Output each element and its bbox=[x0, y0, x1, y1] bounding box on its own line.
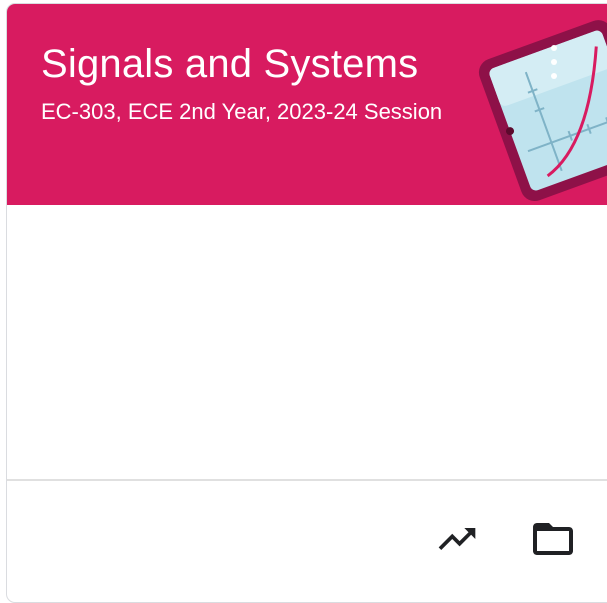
open-grades-button[interactable] bbox=[433, 515, 481, 563]
course-title[interactable]: Signals and Systems bbox=[41, 42, 418, 87]
more-vertical-icon bbox=[551, 45, 557, 51]
card-footer bbox=[7, 481, 607, 602]
folder-icon bbox=[533, 523, 573, 555]
tablet-graph-illustration bbox=[478, 20, 607, 202]
course-subtitle: EC-303, ECE 2nd Year, 2023-24 Session bbox=[41, 99, 443, 124]
course-card[interactable]: Signals and Systems EC-303, ECE 2nd Year… bbox=[6, 3, 607, 603]
more-vertical-icon-dot bbox=[551, 59, 557, 65]
trending-up-icon bbox=[438, 528, 476, 550]
card-header: Signals and Systems EC-303, ECE 2nd Year… bbox=[7, 4, 607, 205]
card-body[interactable] bbox=[7, 205, 607, 479]
open-folder-button[interactable] bbox=[529, 515, 577, 563]
more-vertical-icon-dot bbox=[551, 73, 557, 79]
more-options-button[interactable] bbox=[543, 42, 565, 82]
